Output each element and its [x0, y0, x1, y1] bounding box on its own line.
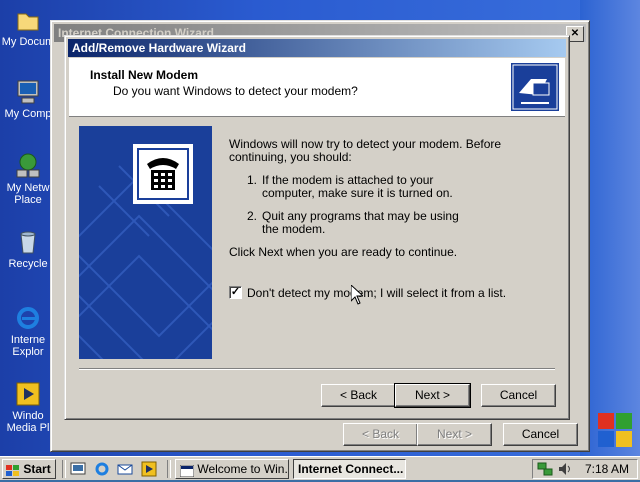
desktop-icon-label: Recycle: [8, 258, 48, 270]
desktop-icon-internet-explorer[interactable]: Interne Explor: [0, 304, 56, 358]
desktop-icon-label: My Docum: [1, 36, 55, 48]
taskbar-divider: [62, 460, 66, 478]
wizard-title: Add/Remove Hardware Wizard: [72, 41, 246, 55]
dont-detect-modem-label[interactable]: Don't detect my modem; I will select it …: [247, 287, 506, 300]
desktop-icon-media-player[interactable]: Windo Media Pl: [0, 380, 56, 434]
desktop-icon-label: My Netw: [6, 182, 50, 194]
network-places-icon: [14, 152, 42, 180]
network-tray-icon[interactable]: [537, 461, 553, 477]
windows-logo-icon: [592, 405, 640, 455]
step-number: 2.: [247, 209, 258, 223]
volume-icon[interactable]: [557, 461, 573, 477]
back-window-cancel-button[interactable]: Cancel: [503, 423, 578, 446]
back-window-next-button[interactable]: Next >: [417, 423, 492, 446]
desktop-icon-network-places[interactable]: My Netw Place: [0, 152, 56, 206]
desktop-icon-label: Windo: [12, 410, 44, 422]
task-button-internet-connection[interactable]: Internet Connect...: [293, 459, 406, 479]
wizard-titlebar[interactable]: Add/Remove Hardware Wizard: [68, 39, 566, 57]
wizard-header-title: Install New Modem: [90, 68, 199, 82]
hardware-wizard-icon: [511, 63, 559, 111]
desktop-icon-my-computer[interactable]: My Comp: [0, 78, 56, 120]
step-text: Quit any programs that may be using the …: [262, 210, 459, 236]
taskbar: Start Welcome to Win... Internet Connect…: [0, 456, 640, 480]
task-label: Internet Connect...: [298, 462, 404, 476]
wizard-side-graphic: [79, 126, 212, 359]
wizard-next-button[interactable]: Next >: [394, 383, 471, 408]
back-window-back-button[interactable]: < Back: [343, 423, 418, 446]
desktop-icon-label-line2: Place: [14, 194, 42, 206]
wizard-header-subtitle: Do you want Windows to detect your modem…: [113, 84, 358, 98]
clock: 7:18 AM: [584, 462, 629, 476]
recycle-bin-icon: [14, 228, 42, 256]
task-label: Welcome to Win...: [197, 462, 289, 476]
step-text: If the modem is attached to your compute…: [262, 174, 453, 200]
windows-flag-icon: [6, 464, 20, 476]
checkmark-icon: ✓: [230, 286, 241, 298]
media-player-icon: [14, 380, 42, 408]
desktop-icon-label-line2: Explor: [12, 346, 44, 358]
system-tray: 7:18 AM: [532, 459, 638, 479]
mouse-cursor-icon: [350, 283, 365, 305]
media-player-quicklaunch-icon[interactable]: [141, 461, 157, 477]
start-label: Start: [23, 462, 51, 476]
window-app-icon: [179, 464, 195, 478]
desktop-icon-label-line2: Media Pl: [6, 422, 50, 434]
desktop-icon-recycle-bin[interactable]: Recycle: [0, 228, 56, 270]
step-number: 1.: [247, 173, 258, 187]
my-documents-icon: [14, 6, 42, 34]
desktop-icon-label: My Comp: [4, 108, 52, 120]
wizard-intro: Windows will now try to detect your mode…: [229, 138, 501, 164]
step-line: computer, make sure it is turned on.: [262, 186, 453, 200]
desktop-icon-label: Interne: [10, 334, 46, 346]
wizard-header: Install New Modem Do you want Windows to…: [69, 58, 565, 117]
click-next-instruction: Click Next when you are ready to continu…: [229, 245, 458, 259]
wizard-separator: [79, 368, 555, 370]
start-button[interactable]: Start: [2, 459, 56, 479]
show-desktop-icon[interactable]: [70, 461, 86, 477]
wizard-cancel-button[interactable]: Cancel: [481, 384, 556, 407]
desktop-icon-my-documents[interactable]: My Docum: [0, 6, 56, 48]
taskbar-divider: [167, 460, 171, 478]
dont-detect-modem-checkbox[interactable]: ✓: [229, 286, 242, 299]
close-icon: ✕: [570, 28, 580, 39]
internet-explorer-quicklaunch-icon[interactable]: [94, 461, 110, 477]
my-computer-icon: [14, 78, 42, 106]
task-button-welcome[interactable]: Welcome to Win...: [175, 459, 289, 479]
internet-explorer-icon: [14, 304, 42, 332]
wizard-back-button[interactable]: < Back: [321, 384, 396, 407]
wizard-intro-line: continuing, you should:: [229, 150, 352, 164]
step-line: the modem.: [262, 222, 326, 236]
outlook-express-icon[interactable]: [117, 461, 133, 477]
add-remove-hardware-wizard-window: Add/Remove Hardware Wizard Install New M…: [64, 35, 570, 420]
